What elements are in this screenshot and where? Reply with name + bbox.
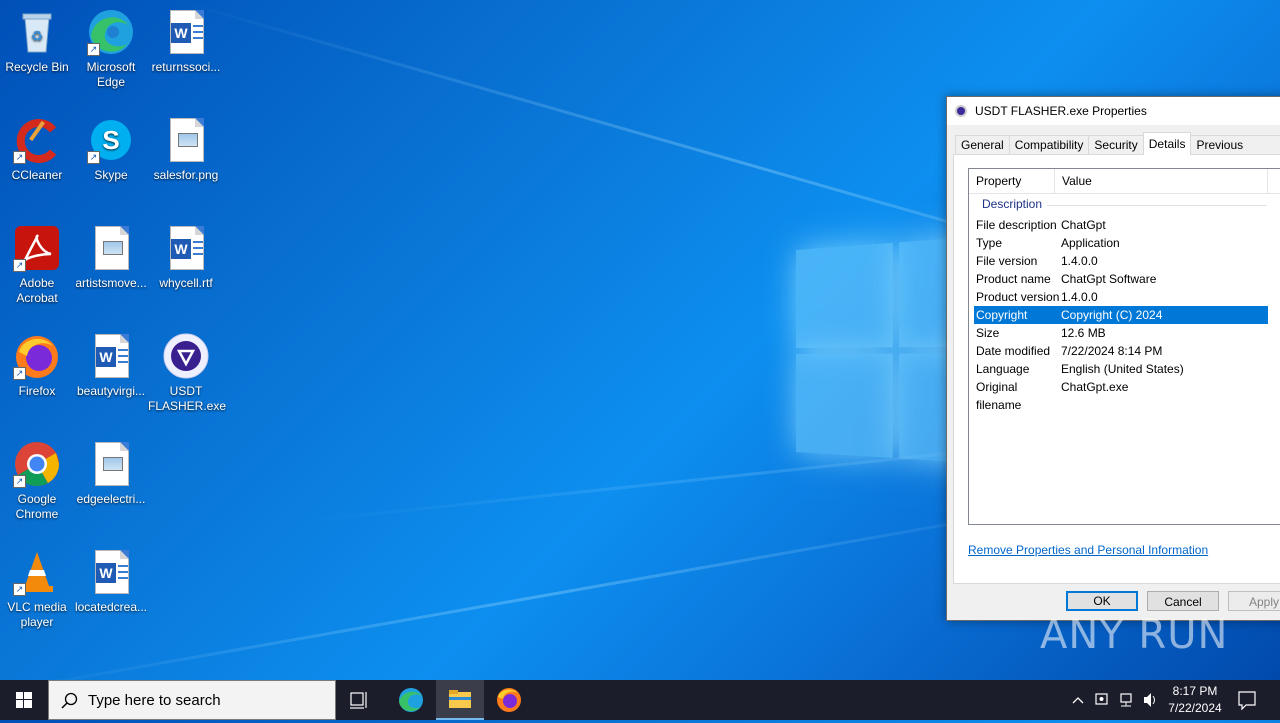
tab-previous-versions[interactable]: Previous Versions [1190, 135, 1280, 171]
volume-icon[interactable] [1144, 693, 1155, 707]
tab-general[interactable]: General [955, 135, 1010, 155]
meet-now-icon[interactable] [1095, 693, 1108, 705]
desktop-icon-google-chrome[interactable]: ↗ Google Chrome [0, 440, 75, 522]
network-icon[interactable] [1120, 693, 1132, 707]
list-row[interactable]: Product name ChatGpt Software [974, 270, 1268, 288]
usdt-flasher-app-icon [162, 332, 210, 380]
taskbar-firefox-button[interactable] [485, 680, 533, 720]
list-row[interactable]: Language English (United States) [974, 360, 1268, 378]
dialog-titlebar[interactable]: USDT FLASHER.exe Properties [947, 97, 1280, 125]
file-explorer-icon [449, 690, 471, 708]
ccleaner-icon: ↗ [13, 116, 61, 164]
adobe-acrobat-icon: ↗ [13, 224, 61, 272]
task-view-button[interactable] [336, 680, 384, 720]
desktop-icon-vlc[interactable]: ↗ VLC media player [0, 548, 75, 630]
firefox-icon: ↗ [13, 332, 61, 380]
image-file-icon [87, 440, 135, 488]
desktop-icon-microsoft-edge[interactable]: ↗ Microsoft Edge [73, 8, 149, 90]
taskbar-search-box[interactable]: Type here to search [48, 680, 336, 720]
desktop-icon-adobe-acrobat[interactable]: ↗ Adobe Acrobat [0, 224, 75, 306]
tab-details[interactable]: Details [1142, 132, 1192, 155]
list-row[interactable]: File description ChatGpt [974, 216, 1268, 234]
dialog-title: USDT FLASHER.exe Properties [975, 104, 1147, 118]
taskbar: Type here to search 8:17 PM 7/22/2024 [0, 680, 1280, 720]
group-description: Description [969, 194, 1280, 214]
shortcut-arrow-icon: ↗ [13, 259, 26, 272]
edge-icon: ↗ [87, 8, 135, 56]
tab-security[interactable]: Security [1088, 135, 1144, 155]
desktop-icon-recycle-bin[interactable]: ♻ Recycle Bin [0, 8, 75, 75]
vlc-cone-icon: ↗ [13, 548, 61, 596]
anyrun-watermark: ANY RUN [1040, 612, 1229, 658]
desktop-icon-image-file[interactable]: artistsmove... [73, 224, 149, 291]
desktop-icon-word-file[interactable]: W whycell.rtf [148, 224, 224, 291]
shortcut-arrow-icon: ↗ [13, 583, 26, 596]
properties-dialog: USDT FLASHER.exe Properties General Comp… [946, 96, 1280, 621]
desktop-icon-image-file[interactable]: edgeelectri... [73, 440, 149, 507]
taskbar-clock[interactable]: 8:17 PM 7/22/2024 [1160, 683, 1230, 717]
image-file-icon [87, 224, 135, 272]
desktop-icon-word-file[interactable]: W beautyvirgi... [73, 332, 149, 399]
list-row[interactable]: Date modified 7/22/2024 8:14 PM [974, 342, 1268, 360]
list-row[interactable]: Product version 1.4.0.0 [974, 288, 1268, 306]
windows-start-icon [16, 692, 32, 708]
list-header: Property Value [969, 169, 1280, 194]
details-list[interactable]: Property Value Description File descript… [968, 168, 1280, 525]
svg-text:S: S [102, 125, 119, 155]
skype-icon: S ↗ [87, 116, 135, 164]
shortcut-arrow-icon: ↗ [13, 475, 26, 488]
desktop-icon-usdt-flasher[interactable]: USDT FLASHER.exe [148, 332, 226, 414]
apply-button[interactable]: Apply [1228, 591, 1280, 611]
word-document-icon: W [87, 548, 135, 596]
shortcut-arrow-icon: ↗ [87, 43, 100, 56]
word-document-icon: W [162, 224, 210, 272]
start-button[interactable] [0, 680, 48, 720]
clock-date: 7/22/2024 [1168, 701, 1222, 715]
desktop-icon-word-file[interactable]: W returnssoci... [148, 8, 224, 75]
svg-text:♻: ♻ [31, 28, 44, 44]
desktop-icon-word-file[interactable]: W locatedcrea... [73, 548, 149, 615]
google-chrome-icon: ↗ [13, 440, 61, 488]
tab-compatibility[interactable]: Compatibility [1008, 135, 1090, 155]
desktop-icon-ccleaner[interactable]: ↗ CCleaner [0, 116, 75, 183]
system-tray [1066, 680, 1156, 720]
list-row-selected[interactable]: Copyright Copyright (C) 2024 [974, 306, 1268, 324]
details-panel: Property Value Description File descript… [953, 154, 1280, 584]
chevron-up-icon[interactable] [1072, 697, 1084, 704]
tab-strip: General Compatibility Security Details P… [955, 132, 1280, 171]
column-header-value[interactable]: Value [1055, 169, 1268, 193]
list-row[interactable]: File version 1.4.0.0 [974, 252, 1268, 270]
search-icon [61, 692, 78, 709]
shortcut-arrow-icon: ↗ [13, 151, 26, 164]
remove-properties-link[interactable]: Remove Properties and Personal Informati… [968, 543, 1208, 557]
app-icon [955, 105, 967, 117]
search-placeholder: Type here to search [88, 692, 221, 709]
firefox-icon [497, 688, 521, 712]
clock-time: 8:17 PM [1172, 684, 1218, 698]
list-row[interactable]: Original filename ChatGpt.exe [974, 378, 1268, 412]
word-document-icon: W [162, 8, 210, 56]
notifications-button[interactable] [1232, 680, 1280, 720]
desktop-icon-firefox[interactable]: ↗ Firefox [0, 332, 75, 399]
desktop-icon-image-file[interactable]: salesfor.png [148, 116, 224, 183]
recycle-bin-icon: ♻ [13, 8, 61, 56]
task-view-icon [350, 692, 367, 709]
ok-button[interactable]: OK [1066, 591, 1138, 611]
shortcut-arrow-icon: ↗ [13, 367, 26, 380]
image-file-icon [162, 116, 210, 164]
word-document-icon: W [87, 332, 135, 380]
shortcut-arrow-icon: ↗ [87, 151, 100, 164]
column-header-property[interactable]: Property [969, 169, 1055, 193]
list-row[interactable]: Size 12.6 MB [974, 324, 1268, 342]
list-row[interactable]: Type Application [974, 234, 1268, 252]
taskbar-edge-button[interactable] [387, 680, 435, 720]
cancel-button[interactable]: Cancel [1147, 591, 1219, 611]
notification-icon [1238, 691, 1256, 711]
desktop-icon-skype[interactable]: S ↗ Skype [73, 116, 149, 183]
edge-icon [399, 688, 423, 712]
taskbar-file-explorer-button[interactable] [436, 680, 484, 720]
